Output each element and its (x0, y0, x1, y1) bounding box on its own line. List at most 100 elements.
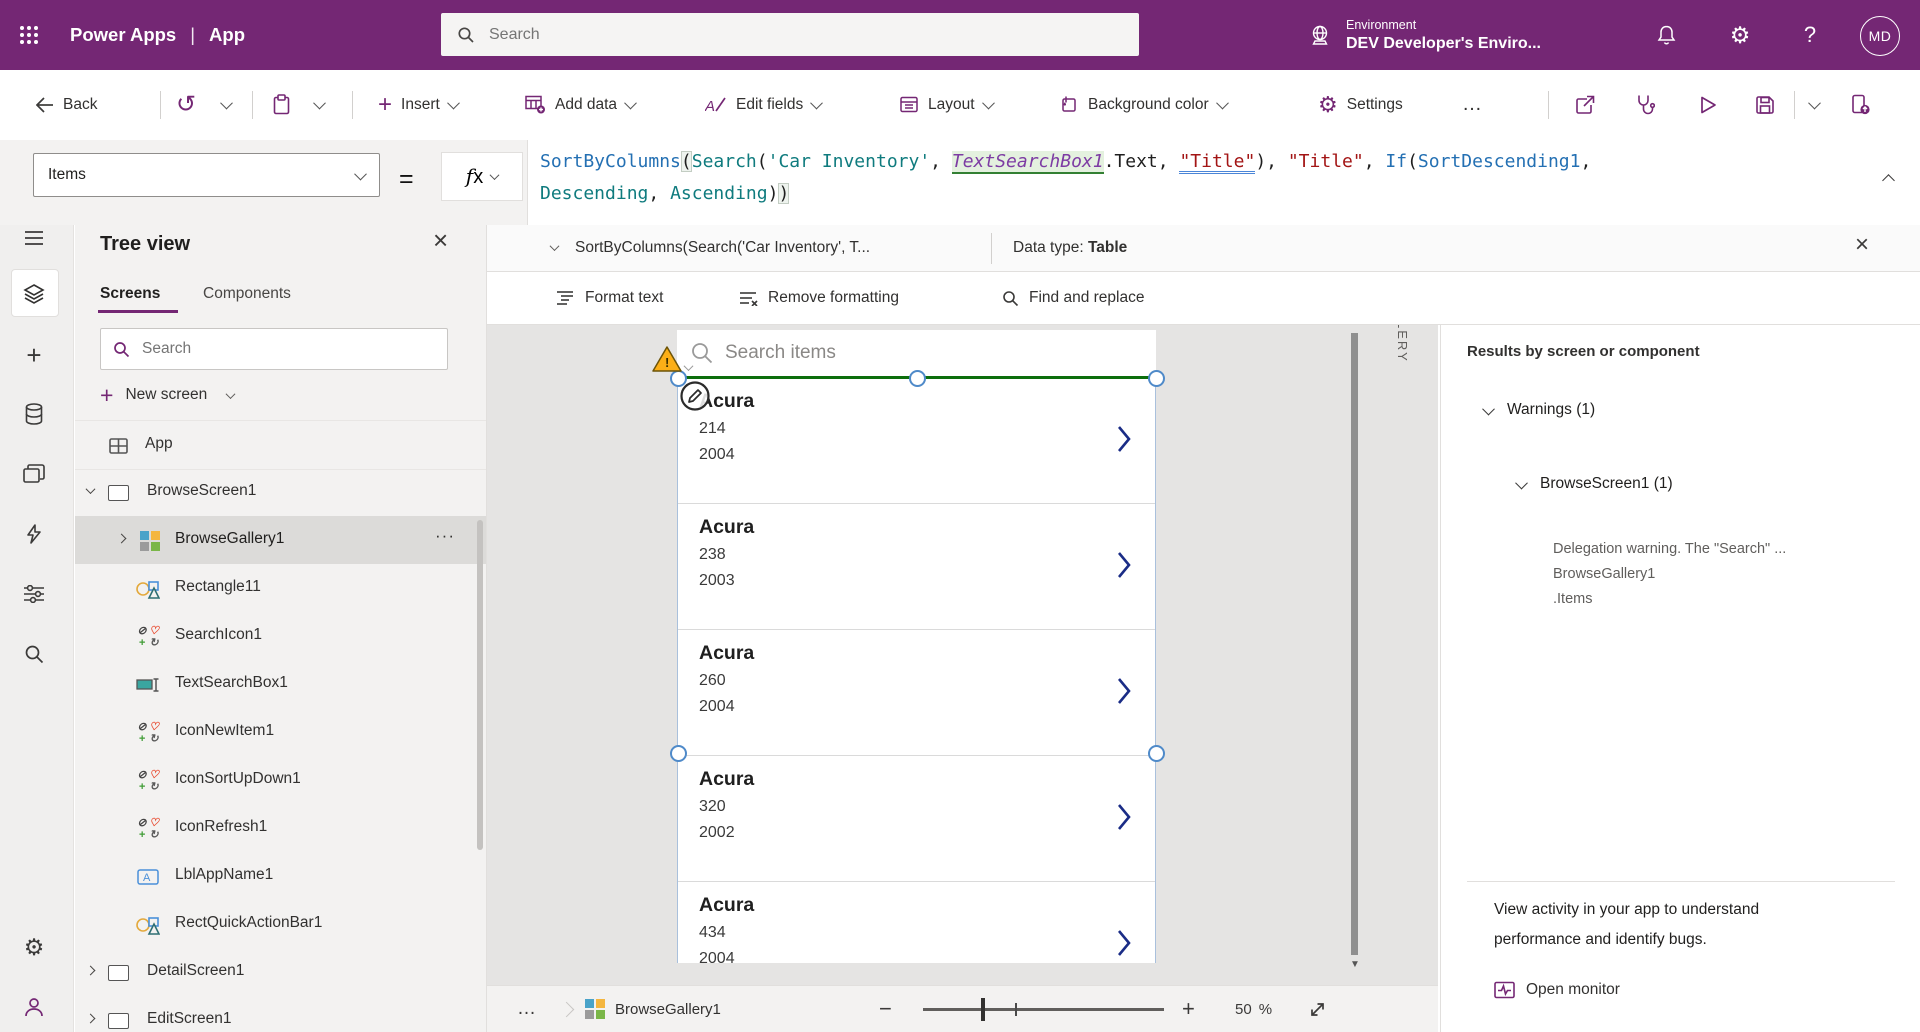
footer-overflow-button[interactable]: … (517, 986, 537, 1032)
new-screen-button[interactable]: + New screen (100, 380, 236, 410)
gallery-row[interactable]: Acura 238 2003 (677, 504, 1156, 630)
tree-item-rectquickactionbar1[interactable]: RectQuickActionBar1 (75, 900, 486, 948)
settings-gear-icon[interactable]: ⚙ (1718, 0, 1762, 70)
find-replace-button[interactable]: Find and replace (1002, 272, 1144, 324)
chevron-right-icon[interactable] (116, 533, 127, 544)
tree-item-editscreen1[interactable]: EditScreen1 (75, 996, 486, 1032)
row-chevron-icon[interactable] (1117, 928, 1131, 958)
notifications-bell-icon[interactable] (1644, 0, 1688, 70)
save-button[interactable] (1755, 70, 1775, 139)
screen-group[interactable]: BrowseScreen1 (1) (1515, 475, 1673, 493)
app-screen[interactable]: Search items Acura 214 2004 Acura 238 20… (677, 330, 1156, 963)
waffle-menu-icon[interactable] (0, 0, 58, 70)
property-selector[interactable]: Items (33, 153, 380, 197)
fit-to-screen-button[interactable] (1309, 986, 1326, 1032)
paste-button[interactable] (272, 70, 291, 139)
selected-control-breadcrumb[interactable]: BrowseGallery1 (585, 986, 721, 1032)
chevron-down-icon[interactable] (85, 484, 96, 495)
layout-button[interactable]: Layout (900, 70, 995, 139)
open-monitor-button[interactable]: Open monitor (1494, 975, 1620, 1005)
app-checker-button[interactable] (1636, 70, 1655, 139)
zoom-percentage[interactable]: 50% (1235, 986, 1272, 1032)
formula-summary[interactable]: SortByColumns(Search('Car Inventory', T.… (575, 239, 870, 257)
resize-handle[interactable] (670, 745, 687, 762)
formula-editor[interactable]: SortByColumns(Search('Car Inventory', Te… (527, 140, 1920, 225)
tree-search-input[interactable] (140, 339, 424, 359)
zoom-in-button[interactable]: + (1182, 986, 1195, 1032)
hamburger-menu-icon[interactable] (21, 225, 47, 251)
paste-dropdown[interactable] (313, 70, 326, 139)
add-data-button[interactable]: Add data (525, 70, 637, 139)
undo-dropdown[interactable] (220, 70, 233, 139)
scrollbar-down-arrow-icon[interactable]: ▼ (1350, 959, 1360, 970)
resize-handle[interactable] (1148, 745, 1165, 762)
tab-components[interactable]: Components (203, 285, 291, 303)
insert-icon[interactable]: + (21, 340, 47, 370)
tree-item-searchicon1[interactable]: ⊘ ♡ + ↻ SearchIcon1 (75, 612, 486, 660)
row-chevron-icon[interactable] (1117, 550, 1131, 580)
delegation-warning-text[interactable]: Delegation warning. The "Search" ... Bro… (1553, 537, 1786, 612)
rail-search-icon[interactable] (21, 641, 47, 667)
warnings-group[interactable]: Warnings (1) (1482, 401, 1595, 419)
tree-item-iconrefresh1[interactable]: ⊘ ♡ + ↻ IconRefresh1 (75, 804, 486, 852)
remove-formatting-button[interactable]: Remove formatting (740, 272, 899, 324)
resize-handle[interactable] (909, 370, 926, 387)
close-results-icon[interactable]: × (1855, 231, 1869, 259)
environment-picker[interactable]: Environment DEV Developer's Enviro... (1308, 0, 1541, 70)
tree-item-detailscreen1[interactable]: DetailScreen1 (75, 948, 486, 996)
share-button[interactable] (1574, 70, 1596, 139)
app-settings-button[interactable]: ⚙ Settings (1318, 70, 1403, 139)
zoom-slider-track[interactable] (923, 1008, 1164, 1011)
gallery-row[interactable]: Acura 260 2004 (677, 630, 1156, 756)
tree-item-app[interactable]: App (75, 420, 486, 470)
delegation-warning-icon[interactable]: ! (652, 345, 682, 373)
gallery-row[interactable]: Acura 214 2004 (677, 378, 1156, 504)
undo-button[interactable]: ↺ (176, 70, 196, 139)
tree-scrollbar[interactable] (477, 520, 483, 850)
edit-pencil-icon[interactable] (679, 380, 711, 412)
tree-view-icon[interactable] (21, 281, 47, 307)
background-color-button[interactable]: Background color (1058, 70, 1229, 139)
publish-button[interactable] (1850, 70, 1871, 139)
tree-item-textsearchbox1[interactable]: TextSearchBox1 (75, 660, 486, 708)
power-automate-icon[interactable] (21, 521, 47, 547)
gallery-row[interactable]: Acura 320 2002 (677, 756, 1156, 882)
advanced-tools-icon[interactable] (21, 581, 47, 607)
global-search-input[interactable] (487, 24, 1091, 45)
tree-item-rectangle11[interactable]: Rectangle11 (75, 564, 486, 612)
gallery-row[interactable]: Acura 434 2004 (677, 882, 1156, 963)
data-icon[interactable] (21, 401, 47, 427)
resize-handle[interactable] (1148, 370, 1165, 387)
tab-screens[interactable]: Screens (100, 285, 160, 303)
tree-search-box[interactable] (100, 328, 448, 370)
user-icon[interactable] (21, 994, 47, 1020)
chevron-right-icon[interactable] (85, 1013, 96, 1024)
avatar[interactable]: MD (1860, 16, 1900, 56)
row-chevron-icon[interactable] (1117, 676, 1131, 706)
row-chevron-icon[interactable] (1117, 424, 1131, 454)
media-icon[interactable] (21, 461, 47, 487)
insert-button[interactable]: + Insert (378, 70, 460, 139)
fx-button[interactable]: fx (441, 152, 523, 201)
save-dropdown[interactable] (1808, 70, 1821, 139)
row-chevron-icon[interactable] (1117, 802, 1131, 832)
edit-fields-button[interactable]: A Edit fields (705, 70, 824, 139)
preview-play-button[interactable] (1698, 70, 1718, 139)
tree-item-browsescreen1[interactable]: BrowseScreen1 (75, 468, 486, 516)
global-search[interactable] (441, 13, 1139, 56)
expand-result-icon[interactable] (549, 241, 560, 252)
tree-item-iconsortupdown1[interactable]: ⊘ ♡ + ↻ IconSortUpDown1 (75, 756, 486, 804)
canvas-scrollbar[interactable] (1351, 333, 1358, 955)
chevron-right-icon[interactable] (85, 965, 96, 976)
tree-item-browsegallery1[interactable]: BrowseGallery1 ··· (75, 516, 486, 564)
back-button[interactable]: Back (36, 70, 97, 139)
help-icon[interactable]: ? (1788, 0, 1832, 70)
zoom-slider-thumb[interactable] (981, 998, 985, 1021)
format-text-button[interactable]: Format text (557, 272, 663, 324)
rail-settings-gear-icon[interactable]: ⚙ (21, 934, 47, 960)
zoom-out-button[interactable]: − (879, 986, 892, 1032)
tree-item-iconnewitem1[interactable]: ⊘ ♡ + ↻ IconNewItem1 (75, 708, 486, 756)
tree-item-lblappname1[interactable]: A LblAppName1 (75, 852, 486, 900)
close-tree-view-icon[interactable]: × (433, 225, 448, 256)
command-overflow-button[interactable]: … (1462, 70, 1483, 139)
